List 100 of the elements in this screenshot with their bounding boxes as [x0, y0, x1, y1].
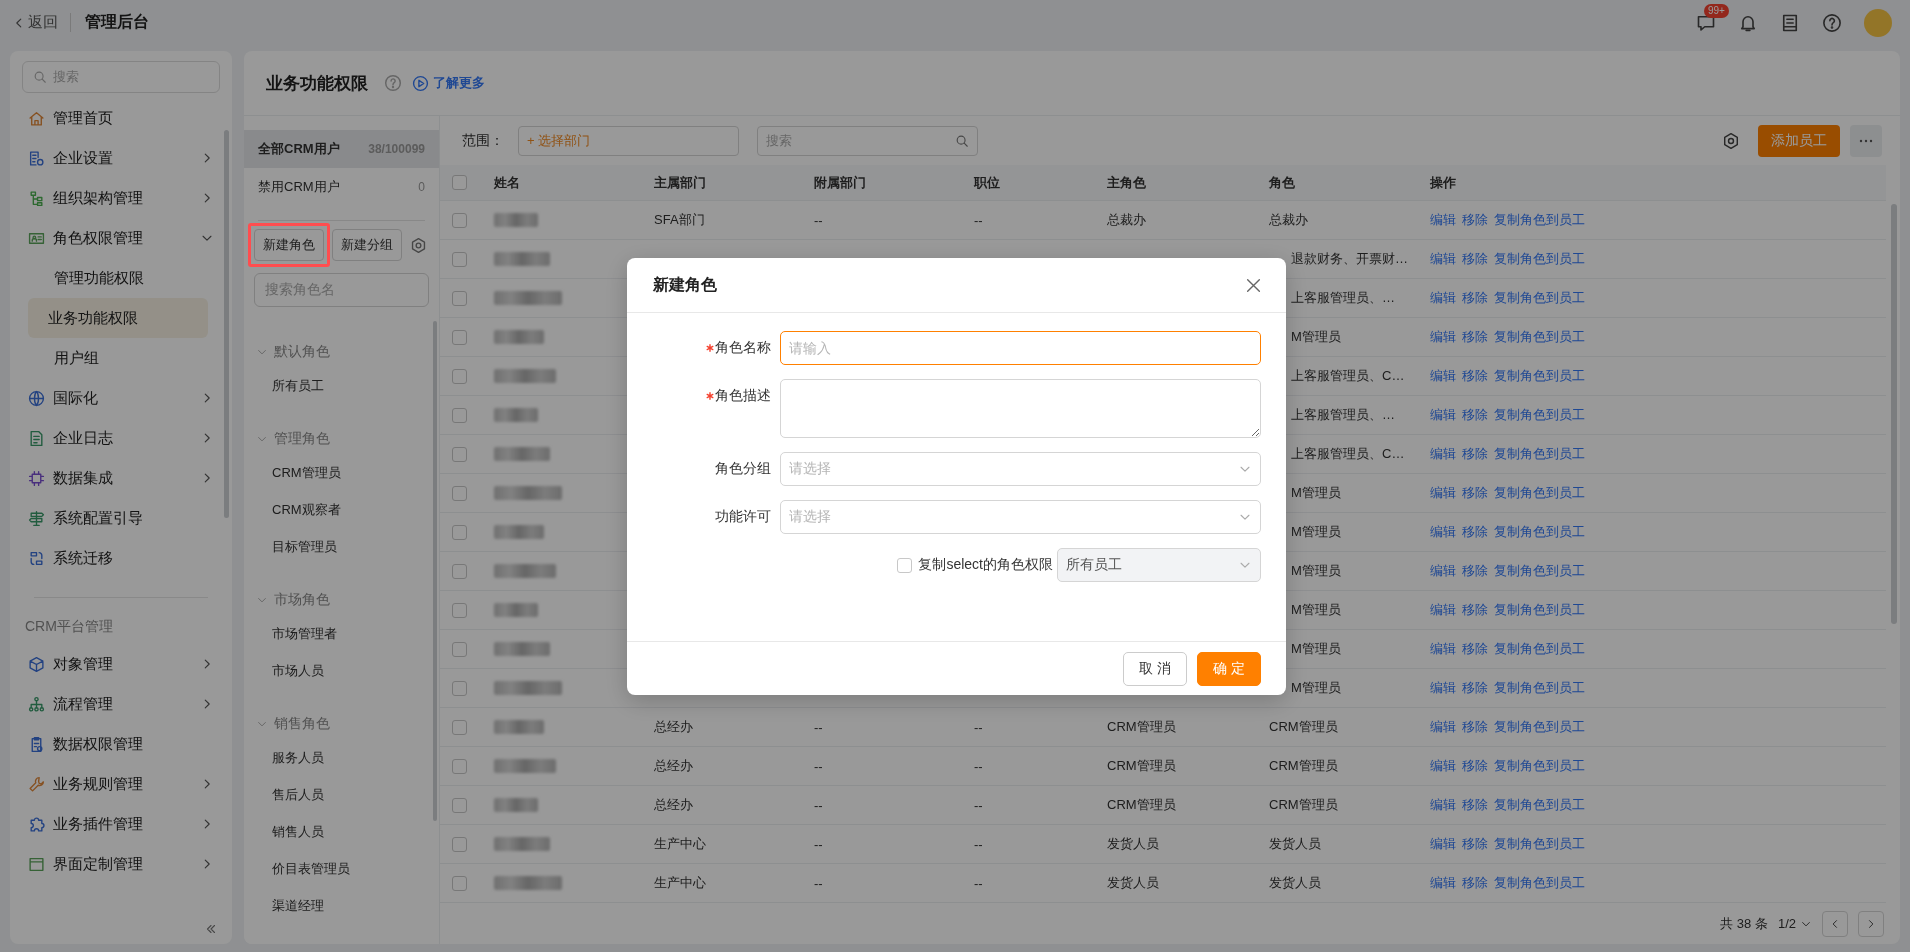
role-item[interactable]: CRM观察者 [244, 491, 439, 528]
action-link[interactable]: 编辑 [1430, 523, 1456, 541]
action-link[interactable]: 编辑 [1430, 679, 1456, 697]
sidebar-subitem[interactable]: 用户组 [28, 338, 208, 378]
action-link[interactable]: 复制角色到员工 [1494, 718, 1585, 736]
action-link[interactable]: 移除 [1462, 601, 1488, 619]
action-link[interactable]: 编辑 [1430, 640, 1456, 658]
action-link[interactable]: 编辑 [1430, 718, 1456, 736]
row-checkbox[interactable] [452, 446, 467, 462]
action-link[interactable]: 编辑 [1430, 211, 1456, 229]
row-checkbox[interactable] [452, 719, 467, 735]
role-item[interactable]: 售后人员 [244, 776, 439, 813]
new-group-button[interactable]: 新建分组 [332, 229, 402, 261]
row-checkbox[interactable] [452, 680, 467, 696]
action-link[interactable]: 复制角色到员工 [1494, 523, 1585, 541]
scrollbar[interactable] [224, 130, 229, 518]
sidebar-item[interactable]: 国际化 [22, 378, 220, 418]
action-link[interactable]: 复制角色到员工 [1494, 601, 1585, 619]
role-item[interactable]: 市场管理者 [244, 615, 439, 652]
row-checkbox[interactable] [452, 641, 467, 657]
action-link[interactable]: 移除 [1462, 367, 1488, 385]
sidebar-subitem[interactable]: 业务功能权限 [28, 298, 208, 338]
row-checkbox[interactable] [452, 563, 467, 579]
role-item[interactable]: 价目表管理员 [244, 850, 439, 887]
action-link[interactable]: 移除 [1462, 640, 1488, 658]
row-checkbox[interactable] [452, 329, 467, 345]
confirm-button[interactable]: 确 定 [1197, 651, 1261, 686]
sidebar-item[interactable]: 角色权限管理 [22, 218, 220, 258]
sidebar-item[interactable]: 企业日志 [22, 418, 220, 458]
row-checkbox[interactable] [452, 602, 467, 618]
action-link[interactable]: 复制角色到员工 [1494, 250, 1585, 268]
sidebar-item[interactable]: 管理首页 [22, 98, 220, 138]
avatar-icon[interactable] [1864, 8, 1892, 37]
action-link[interactable]: 移除 [1462, 523, 1488, 541]
row-checkbox[interactable] [452, 290, 467, 306]
sidebar-item[interactable]: 业务插件管理 [22, 804, 220, 844]
page-selector[interactable]: 1/2 [1777, 916, 1812, 931]
role-item[interactable]: 渠道经理 [244, 887, 439, 924]
role-item[interactable]: 目标管理员 [244, 528, 439, 565]
action-link[interactable]: 编辑 [1430, 835, 1456, 853]
sidebar-item[interactable]: 系统配置引导 [22, 498, 220, 538]
role-group-header[interactable]: 默认角色 [244, 337, 439, 367]
row-checkbox[interactable] [452, 836, 467, 852]
action-link[interactable]: 编辑 [1430, 562, 1456, 580]
close-button[interactable] [1245, 276, 1262, 294]
action-link[interactable]: 复制角色到员工 [1494, 562, 1585, 580]
next-page-button[interactable] [1858, 910, 1884, 937]
more-button[interactable] [1850, 124, 1882, 157]
role-item[interactable]: 销售人员 [244, 813, 439, 850]
role-item[interactable]: CRM管理员 [244, 454, 439, 491]
row-checkbox[interactable] [452, 407, 467, 423]
action-link[interactable]: 复制角色到员工 [1494, 679, 1585, 697]
row-checkbox[interactable] [452, 875, 467, 891]
action-link[interactable]: 复制角色到员工 [1494, 874, 1585, 892]
action-link[interactable]: 移除 [1462, 679, 1488, 697]
action-link[interactable]: 复制角色到员工 [1494, 367, 1585, 385]
action-link[interactable]: 移除 [1462, 328, 1488, 346]
action-link[interactable]: 移除 [1462, 289, 1488, 307]
row-checkbox[interactable] [452, 485, 467, 501]
action-link[interactable]: 复制角色到员工 [1494, 796, 1585, 814]
action-link[interactable]: 移除 [1462, 445, 1488, 463]
action-link[interactable]: 移除 [1462, 835, 1488, 853]
action-link[interactable]: 复制角色到员工 [1494, 640, 1585, 658]
back-link[interactable]: 返回 [12, 13, 71, 32]
select-field[interactable]: 请选择 [780, 452, 1261, 486]
department-picker[interactable]: + 选择部门 [518, 125, 739, 156]
new-role-button[interactable]: 新建角色 [254, 229, 324, 261]
cancel-button[interactable]: 取 消 [1123, 651, 1187, 686]
action-link[interactable]: 移除 [1462, 796, 1488, 814]
select-field[interactable]: 请选择 [780, 500, 1261, 534]
sidebar-subitem[interactable]: 管理功能权限 [28, 258, 208, 298]
action-link[interactable]: 编辑 [1430, 601, 1456, 619]
action-link[interactable]: 复制角色到员工 [1494, 406, 1585, 424]
role-item[interactable]: 服务人员 [244, 739, 439, 776]
role-group-header[interactable]: 管理角色 [244, 424, 439, 454]
description-field[interactable] [780, 379, 1261, 438]
row-checkbox[interactable] [452, 797, 467, 813]
row-checkbox[interactable] [452, 212, 467, 228]
action-link[interactable]: 移除 [1462, 562, 1488, 580]
sidebar-item[interactable]: 对象管理 [22, 644, 220, 684]
text-field[interactable]: 请输入 [780, 331, 1261, 365]
role-group-header[interactable]: 市场角色 [244, 585, 439, 615]
action-link[interactable]: 编辑 [1430, 757, 1456, 775]
action-link[interactable]: 复制角色到员工 [1494, 289, 1585, 307]
action-link[interactable]: 移除 [1462, 406, 1488, 424]
action-link[interactable]: 复制角色到员工 [1494, 328, 1585, 346]
sidebar-item[interactable]: 组织架构管理 [22, 178, 220, 218]
row-checkbox[interactable] [452, 524, 467, 540]
action-link[interactable]: 编辑 [1430, 796, 1456, 814]
action-link[interactable]: 复制角色到员工 [1494, 445, 1585, 463]
action-link[interactable]: 移除 [1462, 718, 1488, 736]
role-group-header[interactable]: 销售角色 [244, 709, 439, 739]
user-filter-item[interactable]: 禁用CRM用户 0 [244, 168, 439, 206]
action-link[interactable]: 编辑 [1430, 484, 1456, 502]
action-link[interactable]: 编辑 [1430, 328, 1456, 346]
action-link[interactable]: 复制角色到员工 [1494, 211, 1585, 229]
action-link[interactable]: 复制角色到员工 [1494, 835, 1585, 853]
action-link[interactable]: 移除 [1462, 211, 1488, 229]
action-link[interactable]: 移除 [1462, 484, 1488, 502]
action-link[interactable]: 编辑 [1430, 289, 1456, 307]
